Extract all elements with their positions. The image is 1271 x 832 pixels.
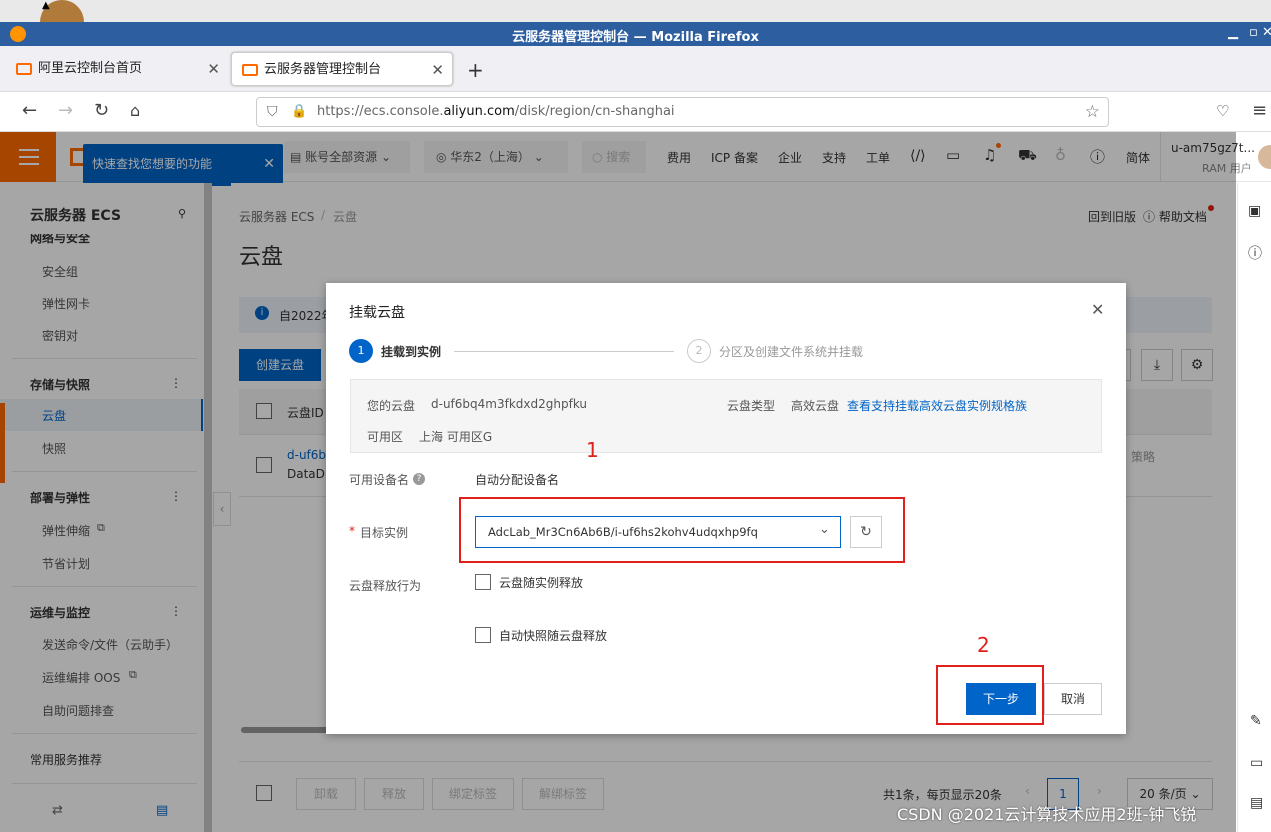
step2-label: 分区及创建文件系统并挂载 [719, 345, 864, 359]
required-mark: * [349, 524, 355, 538]
snapshot-release-checkbox[interactable] [475, 627, 491, 643]
your-disk-label: 您的云盘 [367, 399, 416, 413]
supported-spec-link[interactable]: 查看支持挂载高效云盘实例规格族 [847, 397, 1027, 414]
dialog-title: 挂载云盘 [349, 305, 405, 321]
watermark: CSDN @2021云计算技术应用2班-钟飞锐 [897, 805, 1197, 824]
step-line [454, 351, 674, 352]
chat-icon[interactable]: ▭ [1250, 755, 1263, 771]
browser-navbar: ← → ↻ ⌂ ⛉ 🔒 https://ecs.console.aliyun.c… [0, 92, 1271, 132]
close-dialog-icon[interactable]: ✕ [1091, 300, 1104, 319]
home-icon[interactable]: ⌂ [130, 101, 140, 120]
release-behavior-label: 云盘释放行为 [349, 579, 422, 593]
cancel-button[interactable]: 取消 [1044, 683, 1102, 715]
device-name-label: 可用设备名 [349, 473, 410, 487]
snapshot-release-label: 自动快照随云盘释放 [499, 629, 608, 643]
shield-icon: ⛉ [267, 104, 278, 120]
disk-type-value: 高效云盘 [791, 399, 840, 413]
close-tab-icon[interactable]: ✕ [207, 52, 220, 86]
disk-type-label: 云盘类型 [727, 399, 776, 413]
minimize-icon[interactable]: ▁ [1228, 25, 1238, 40]
release-with-instance-label: 云盘随实例释放 [499, 576, 584, 590]
right-toolbar: ▣ ⓘ ✎ ▭ ▤ [1237, 183, 1271, 832]
tab-ecs-console[interactable]: 云服务器管理控制台 ✕ [231, 52, 453, 86]
book-icon[interactable]: ▣ [1248, 203, 1261, 219]
release-with-instance-checkbox[interactable] [475, 574, 491, 590]
desktop-background [0, 0, 1271, 22]
step1-number: 1 [349, 339, 373, 363]
zone-label: 可用区 [367, 430, 404, 444]
close-window-icon[interactable]: ✕ [1262, 25, 1271, 40]
step1-label: 挂载到实例 [381, 345, 442, 359]
url-prefix: https://ecs.console. [317, 104, 444, 119]
annotation-box-target [459, 497, 905, 563]
back-icon[interactable]: ← [22, 100, 37, 121]
help-icon[interactable]: ? [413, 473, 425, 485]
window-titlebar: 云服务器管理控制台 — Mozilla Firefox ▁ ▫ ✕ [0, 22, 1271, 46]
bookmark-star-icon[interactable]: ☆ [1085, 98, 1100, 126]
annotation-number-2: 2 [977, 633, 990, 657]
edit-icon[interactable]: ✎ [1250, 713, 1262, 729]
pocket-icon[interactable]: ♡ [1216, 102, 1229, 120]
new-tab-icon[interactable]: + [467, 58, 484, 82]
cancel-label: 取消 [1060, 692, 1085, 706]
tab-label: 阿里云控制台首页 [38, 61, 143, 76]
url-bar[interactable]: ⛉ 🔒 https://ecs.console.aliyun.com/disk/… [256, 97, 1109, 127]
mouse-cursor: ▲ [42, 0, 50, 11]
forward-icon[interactable]: → [58, 100, 73, 121]
window-title: 云服务器管理控制台 — Mozilla Firefox [512, 30, 759, 45]
annotation-box-next [936, 665, 1044, 725]
lock-icon: 🔒 [291, 104, 308, 119]
url-domain: aliyun.com [443, 104, 515, 119]
annotation-number-1: 1 [586, 438, 599, 462]
target-instance-label: 目标实例 [360, 526, 409, 540]
reload-icon[interactable]: ↻ [94, 100, 109, 121]
more-tools-icon[interactable]: ▤ [1250, 795, 1263, 811]
close-tab-icon[interactable]: ✕ [431, 53, 444, 87]
your-disk-value: d-uf6bq4m3fkdxd2ghpfku [431, 397, 587, 411]
tab-label: 云服务器管理控制台 [264, 62, 382, 77]
disk-info-panel: 您的云盘 d-uf6bq4m3fkdxd2ghpfku 云盘类型 高效云盘 查看… [350, 379, 1102, 453]
aliyun-logo-icon [16, 63, 32, 75]
tab-aliyun-home[interactable]: 阿里云控制台首页 ✕ [6, 52, 228, 86]
menu-icon[interactable]: ≡ [1252, 100, 1267, 121]
step2-number: 2 [687, 339, 711, 363]
aliyun-logo-icon [242, 64, 258, 76]
url-path: /disk/region/cn-shanghai [514, 104, 675, 119]
zone-value: 上海 可用区G [419, 430, 493, 444]
device-name-value: 自动分配设备名 [475, 473, 560, 487]
browser-tabbar: 阿里云控制台首页 ✕ 云服务器管理控制台 ✕ + [0, 46, 1271, 92]
question-icon[interactable]: ⓘ [1248, 243, 1262, 263]
maximize-icon[interactable]: ▫ [1249, 25, 1258, 40]
